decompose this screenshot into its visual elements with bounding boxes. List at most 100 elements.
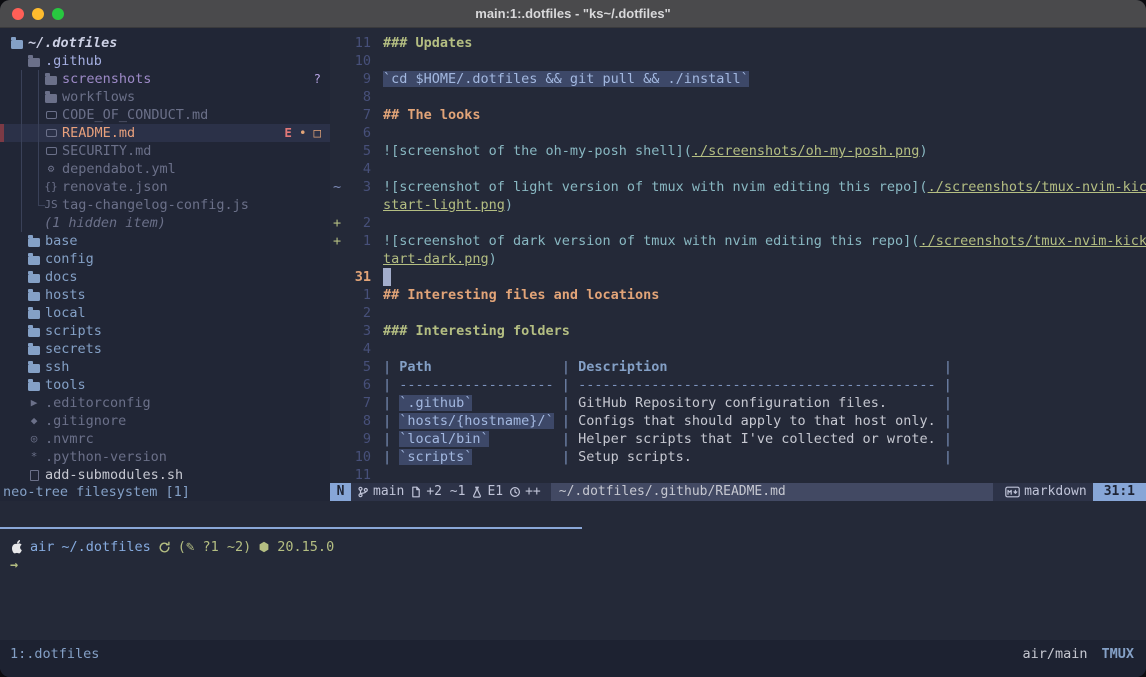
gutter-sign (330, 358, 347, 376)
editor-line[interactable]: 7| `.github` | GitHub Repository configu… (330, 394, 1146, 412)
line-number: 7 (347, 106, 371, 124)
tree-item-dependabot-yml[interactable]: ⚙dependabot.yml (0, 160, 330, 178)
tree-item-scripts[interactable]: scripts (0, 322, 330, 340)
folder-icon (27, 273, 41, 282)
close-button[interactable] (12, 8, 24, 20)
tree-item-code-of-conduct-md[interactable]: CODE_OF_CONDUCT.md (0, 106, 330, 124)
editor-line[interactable]: 1## Interesting files and locations (330, 286, 1146, 304)
editor-line[interactable]: +2 (330, 214, 1146, 232)
cursor-block (383, 268, 391, 286)
editor-line[interactable]: 9`cd $HOME/.dotfiles && git pull && ./in… (330, 70, 1146, 88)
tree-item-label: CODE_OF_CONDUCT.md (62, 106, 208, 124)
tree-item-renovate-json[interactable]: {}renovate.json (0, 178, 330, 196)
folder-icon (44, 75, 58, 84)
editor-buffer[interactable]: 11### Updates109`cd $HOME/.dotfiles && g… (330, 28, 1146, 483)
tree-item-label: README.md (62, 124, 135, 142)
tree-item-gitignore[interactable]: ◆.gitignore (0, 412, 330, 430)
tree-item-label: (1 hidden item) (44, 214, 166, 232)
editor-line[interactable]: 2 (330, 304, 1146, 322)
tree-item-workflows[interactable]: workflows (0, 88, 330, 106)
tree-item-github[interactable]: .github (0, 52, 330, 70)
editor-line[interactable]: 5| Path | Description | (330, 358, 1146, 376)
line-text: start-light.png) (371, 196, 513, 214)
tmux-window-tab[interactable]: 1:.dotfiles (10, 645, 99, 663)
editor-line[interactable]: 10 (330, 52, 1146, 70)
tree-item-label: docs (45, 268, 78, 286)
tree-item-ssh[interactable]: ssh (0, 358, 330, 376)
line-text (371, 52, 383, 70)
line-number: 11 (347, 466, 371, 483)
editor-line[interactable]: 10| `scripts` | Setup scripts. | (330, 448, 1146, 466)
minimize-button[interactable] (32, 8, 44, 20)
flag-icon: ▶ (27, 394, 41, 412)
tree-item-local[interactable]: local (0, 304, 330, 322)
line-number: 5 (347, 358, 371, 376)
tree-item-add-submodules-sh[interactable]: add-submodules.sh (0, 466, 330, 483)
tree-item-screenshots[interactable]: screenshots? (0, 70, 330, 88)
neo-tree-panel: ~/.dotfiles.githubscreenshots?workflowsC… (0, 28, 330, 483)
tree-item-config[interactable]: config (0, 250, 330, 268)
tree-item-1-hidden-item[interactable]: (1 hidden item) (0, 214, 330, 232)
prompt-arrow: → (10, 556, 18, 574)
folder-open-icon (10, 39, 24, 48)
gutter-sign (330, 52, 347, 70)
tree-item-hosts[interactable]: hosts (0, 286, 330, 304)
line-number: 4 (347, 160, 371, 178)
editor-line[interactable]: 4 (330, 340, 1146, 358)
tree-item-label: renovate.json (62, 178, 168, 196)
tree-item-dotfiles[interactable]: ~/.dotfiles (0, 34, 330, 52)
line-number: 11 (347, 34, 371, 52)
tree-item-readme-md[interactable]: README.md E•□ (0, 124, 330, 142)
editor-line[interactable]: ~3![screenshot of light version of tmux … (330, 178, 1146, 196)
tree-item-security-md[interactable]: SECURITY.md (0, 142, 330, 160)
line-number: 9 (347, 70, 371, 88)
hostname: air (30, 538, 54, 556)
git-status-counts: ?1 ~2 (203, 539, 244, 555)
editor-line[interactable]: 11 (330, 466, 1146, 483)
tree-item-editorconfig[interactable]: ▶.editorconfig (0, 394, 330, 412)
tree-item-badges: E•□ (284, 124, 330, 142)
filetype-segment: markdown (1005, 483, 1087, 501)
editor-line[interactable]: 11### Updates (330, 34, 1146, 52)
tree-item-tag-changelog-config-js[interactable]: JStag-changelog-config.js (0, 196, 330, 214)
tree-item-nvmrc[interactable]: ◎.nvmrc (0, 430, 330, 448)
shell-pane[interactable]: air ~/.dotfiles (✎ ?1 ~2) 20.15.0 → (0, 529, 1146, 640)
gutter-sign (330, 142, 347, 160)
gutter-sign (330, 70, 347, 88)
editor-line[interactable]: 5![screenshot of the oh-my-posh shell](.… (330, 142, 1146, 160)
gutter-sign (330, 394, 347, 412)
editor-line[interactable]: 8| `hosts/{hostname}/` | Configs that sh… (330, 412, 1146, 430)
editor-line[interactable]: 7## The looks (330, 106, 1146, 124)
editor-line[interactable]: tart-dark.png) (330, 250, 1146, 268)
tree-item-docs[interactable]: docs (0, 268, 330, 286)
editor-line[interactable]: start-light.png) (330, 196, 1146, 214)
editor-line[interactable]: 31 (330, 268, 1146, 286)
filetype-label: markdown (1024, 483, 1087, 501)
editor-line[interactable]: 6| ------------------- | ---------------… (330, 376, 1146, 394)
extra-segment: ++ (509, 483, 541, 501)
tree-item-tools[interactable]: tools (0, 376, 330, 394)
tree-item-secrets[interactable]: secrets (0, 340, 330, 358)
editor-line[interactable]: 4 (330, 160, 1146, 178)
editor-line[interactable]: 3### Interesting folders (330, 322, 1146, 340)
gutter-sign (330, 412, 347, 430)
zoom-button[interactable] (52, 8, 64, 20)
markdown-icon (1005, 486, 1020, 498)
filepath: ~/.dotfiles/.github/README.md (551, 483, 993, 501)
diagnostics-segment: E1 (471, 483, 503, 501)
folder-icon (27, 327, 41, 336)
tree-item-label: tag-changelog-config.js (62, 196, 249, 214)
editor-line[interactable]: 8 (330, 88, 1146, 106)
line-number (347, 196, 371, 214)
statusline: N main +2 ~1 E1 ++ ~/.dotfiles/.github/R… (330, 483, 1146, 501)
line-number: 3 (347, 322, 371, 340)
command-line (0, 501, 1146, 527)
tree-item-label: local (45, 304, 86, 322)
editor-line[interactable]: 9| `local/bin` | Helper scripts that I'v… (330, 430, 1146, 448)
tree-item-base[interactable]: base (0, 232, 330, 250)
gutter-sign (330, 448, 347, 466)
line-text (371, 268, 391, 286)
editor-line[interactable]: 6 (330, 124, 1146, 142)
tree-item-python-version[interactable]: *.python-version (0, 448, 330, 466)
editor-line[interactable]: +1![screenshot of dark version of tmux w… (330, 232, 1146, 250)
